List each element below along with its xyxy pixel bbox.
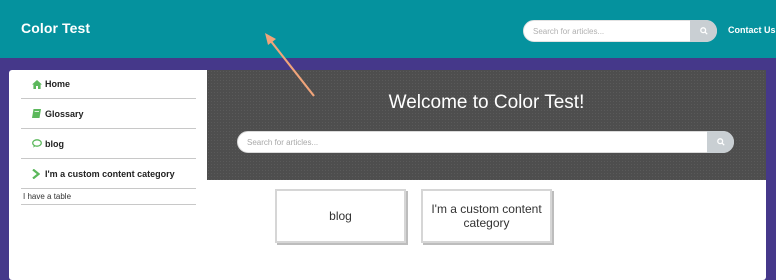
hero-banner: Welcome to Color Test!: [207, 70, 766, 180]
header-search-input[interactable]: [524, 21, 692, 41]
chat-icon: [32, 139, 42, 149]
sidebar-item-label: Home: [45, 79, 71, 89]
brand-title[interactable]: Color Test: [21, 20, 90, 36]
category-tile-label: blog: [329, 209, 352, 223]
sidebar-item-custom-category[interactable]: I'm a custom content category: [21, 159, 196, 189]
sidebar-item-label: Glossary: [45, 108, 84, 119]
book-icon: [32, 109, 42, 119]
category-tile-blog[interactable]: blog: [275, 189, 406, 243]
category-tile-label: I'm a custom content category: [431, 202, 542, 230]
search-icon: [699, 27, 708, 35]
chevron-right-icon: [32, 168, 42, 179]
header-search-box: [523, 20, 717, 42]
top-navigation-bar: Color Test Contact Us: [0, 0, 776, 58]
sidebar-item-home[interactable]: Home: [21, 70, 196, 99]
hero-search-box: [237, 131, 734, 153]
sidebar-item-blog[interactable]: blog: [21, 129, 196, 159]
sidebar-subitem-table[interactable]: I have a table: [21, 189, 196, 205]
sidebar: Home Glossary blog I'm a custom content …: [21, 70, 196, 205]
sidebar-item-label: blog: [45, 138, 64, 149]
search-icon: [716, 138, 725, 146]
sidebar-item-label: I'm a custom content category: [45, 168, 175, 179]
home-icon: [32, 79, 42, 89]
hero-search-input[interactable]: [238, 132, 698, 152]
contact-us-link[interactable]: Contact Us: [728, 25, 776, 35]
header-search-button[interactable]: [690, 20, 717, 42]
hero-search-button[interactable]: [707, 131, 734, 153]
hero-title: Welcome to Color Test!: [388, 92, 585, 113]
category-tile-custom[interactable]: I'm a custom content category: [421, 189, 552, 243]
sidebar-item-glossary[interactable]: Glossary: [21, 99, 196, 129]
